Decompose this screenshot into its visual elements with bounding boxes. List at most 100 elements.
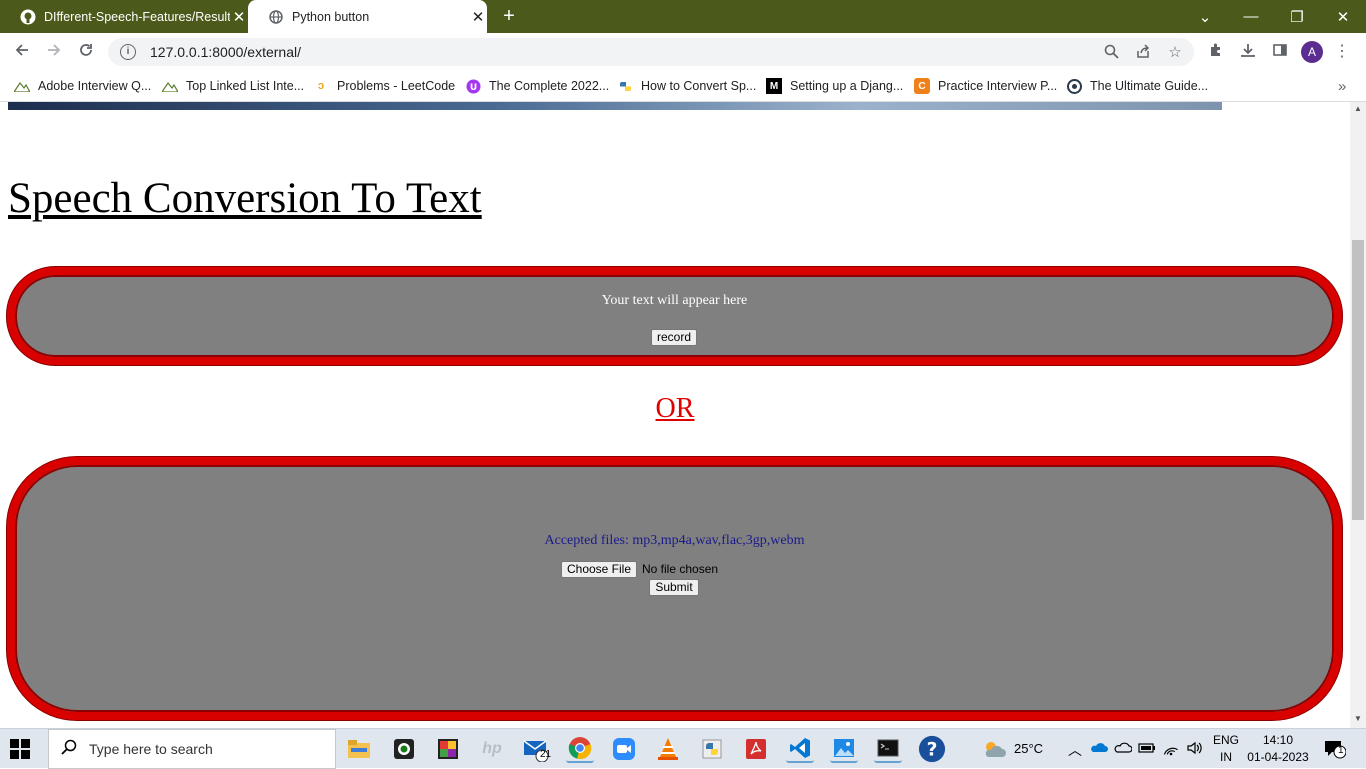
volume-icon[interactable] [1186, 740, 1204, 759]
transcript-output: Your text will appear here [601, 293, 748, 308]
bookmark-item[interactable]: M Setting up a Djang... [766, 76, 903, 96]
vscode-icon[interactable] [786, 735, 814, 763]
bookmark-label: How to Convert Sp... [641, 79, 757, 93]
photos-icon[interactable] [830, 735, 858, 763]
clock-time: 14:10 [1262, 733, 1294, 747]
accepted-files-label: Accepted files: mp3,mp4a,wav,flac,3gp,we… [544, 533, 805, 548]
globe-icon [268, 9, 284, 25]
scroll-up-arrow-icon[interactable]: ▲ [1350, 104, 1366, 113]
bookmark-star-icon[interactable]: ☆ [1166, 44, 1184, 62]
browser-menu-icon[interactable]: ⋮ [1332, 42, 1352, 62]
python-favicon-icon [617, 78, 633, 94]
cloud-outline-icon[interactable] [1114, 741, 1133, 756]
bookmarks-overflow-chevron[interactable]: » [1338, 76, 1346, 96]
close-window-button[interactable]: ✕ [1320, 0, 1366, 33]
acrobat-icon[interactable] [742, 735, 770, 763]
windows-start-icon[interactable] [10, 739, 30, 759]
file-explorer-icon[interactable] [345, 735, 373, 763]
tab-different-speech-features[interactable]: DIfferent-Speech-Features/Result ✕ [0, 0, 248, 33]
minimize-button[interactable]: — [1228, 0, 1274, 33]
forward-arrow-icon[interactable] [42, 41, 66, 63]
reload-icon[interactable] [74, 41, 98, 63]
file-status-text: No file chosen [642, 562, 719, 576]
extensions-puzzle-icon[interactable] [1206, 42, 1226, 62]
address-bar[interactable]: i 127.0.0.1:8000/external/ ☆ [108, 38, 1194, 66]
zoom-search-icon[interactable] [1102, 44, 1120, 62]
python-app-icon[interactable] [698, 735, 726, 763]
close-tab-icon[interactable]: ✕ [469, 8, 487, 26]
upload-panel: Accepted files: mp3,mp4a,wav,flac,3gp,we… [7, 457, 1342, 720]
page-viewport: Speech Conversion To Text Your text will… [0, 102, 1350, 728]
help-icon[interactable]: ? [918, 735, 946, 763]
bookmark-label: Setting up a Djang... [790, 79, 904, 93]
clock[interactable]: 14:10 01-04-2023 [1246, 733, 1310, 764]
bookmark-item[interactable]: How to Convert Sp... [617, 76, 756, 96]
chrome-icon[interactable] [566, 735, 594, 763]
notification-count: 1 [1338, 745, 1344, 756]
bookmark-item[interactable]: Adobe Interview Q... [14, 76, 151, 96]
url-text: 127.0.0.1:8000/external/ [150, 44, 302, 60]
windows-taskbar: Type here to search hp 21 ? 25°C ︿ ENG I… [0, 728, 1366, 769]
vlc-icon[interactable] [654, 735, 682, 763]
profile-avatar[interactable]: A [1301, 41, 1323, 63]
practice-favicon-icon: C [914, 78, 930, 94]
bookmark-label: Problems - LeetCode [337, 79, 456, 93]
mail-icon[interactable]: 21 [522, 735, 551, 763]
share-icon[interactable] [1134, 44, 1152, 62]
scrollbar-thumb[interactable] [1352, 240, 1364, 520]
site-info-icon[interactable]: i [120, 44, 136, 60]
language-indicator[interactable]: ENG IN [1213, 733, 1239, 764]
record-panel: Your text will appear here record [7, 267, 1342, 365]
tray-overflow-chevron-icon[interactable]: ︿ [1068, 740, 1082, 760]
notification-icon[interactable]: 1 [1324, 739, 1347, 762]
mountain-favicon-icon [162, 78, 178, 94]
camera-app-icon[interactable] [390, 735, 418, 763]
restore-button[interactable]: ❐ [1274, 0, 1320, 33]
bookmark-item[interactable]: The Ultimate Guide... [1066, 76, 1208, 96]
header-banner-image [8, 102, 1222, 110]
bookmark-item[interactable]: ↄ Problems - LeetCode [313, 76, 455, 96]
photo-editor-icon[interactable] [434, 735, 462, 763]
new-tab-button[interactable]: + [498, 5, 520, 27]
region-label: IN [1220, 750, 1232, 764]
page-scrollbar[interactable]: ▲ ▼ [1350, 102, 1366, 728]
github-icon [20, 9, 36, 25]
browser-toolbar: i 127.0.0.1:8000/external/ ☆ A ⋮ [0, 33, 1366, 71]
terminal-icon[interactable] [874, 735, 902, 763]
medium-favicon-icon: M [766, 78, 782, 94]
close-tab-icon[interactable]: ✕ [230, 8, 248, 26]
browser-tab-strip: DIfferent-Speech-Features/Result ✕ Pytho… [0, 0, 1366, 33]
download-icon[interactable] [1238, 42, 1258, 62]
tab-search-chevron-icon[interactable]: ⌄ [1182, 0, 1228, 33]
weather-icon[interactable] [982, 739, 1008, 762]
side-panel-icon[interactable] [1270, 42, 1290, 62]
hp-icon[interactable]: hp [478, 735, 506, 763]
taskbar-search-box[interactable]: Type here to search [48, 729, 336, 769]
udemy-favicon-icon: U [465, 78, 481, 94]
weather-temperature[interactable]: 25°C [1014, 741, 1043, 756]
language-label: ENG [1213, 733, 1240, 747]
bookmark-item[interactable]: Top Linked List Inte... [162, 76, 304, 96]
tab-python-button[interactable]: Python button ✕ [248, 0, 487, 33]
submit-button[interactable]: Submit [649, 579, 699, 596]
tab-title: DIfferent-Speech-Features/Result [44, 9, 230, 24]
bookmark-item[interactable]: U The Complete 2022... [465, 76, 609, 96]
choose-file-button[interactable]: Choose File [561, 561, 637, 578]
wifi-icon[interactable] [1162, 740, 1180, 759]
bookmarks-bar: Adobe Interview Q... Top Linked List Int… [0, 71, 1366, 102]
svg-text:?: ? [927, 740, 938, 761]
zoom-icon[interactable] [610, 735, 638, 763]
scroll-down-arrow-icon[interactable]: ▼ [1350, 714, 1366, 723]
battery-icon[interactable] [1138, 742, 1156, 757]
bookmark-label: Top Linked List Inte... [186, 79, 305, 93]
page-title: Speech Conversion To Text [8, 175, 482, 222]
record-button[interactable]: record [651, 329, 697, 346]
onedrive-cloud-icon[interactable] [1090, 741, 1108, 756]
search-icon [61, 739, 79, 760]
bookmark-label: The Complete 2022... [489, 79, 610, 93]
clock-date: 01-04-2023 [1247, 750, 1309, 764]
bookmark-item[interactable]: C Practice Interview P... [914, 76, 1057, 96]
search-placeholder: Type here to search [89, 741, 213, 757]
back-arrow-icon[interactable] [10, 41, 34, 63]
svg-text:U: U [469, 83, 476, 93]
